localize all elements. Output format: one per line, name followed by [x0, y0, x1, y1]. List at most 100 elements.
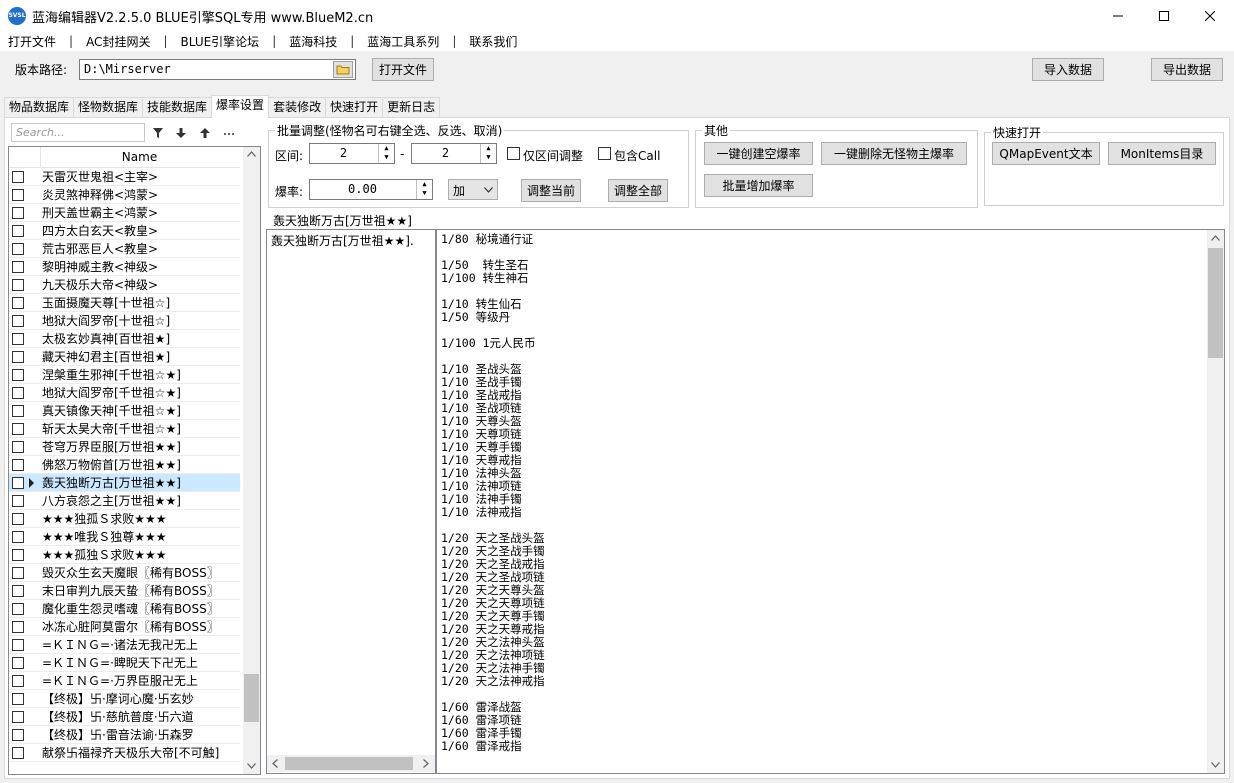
row-checkbox[interactable] — [12, 261, 24, 273]
monster-list-scroll-thumb[interactable] — [285, 757, 413, 770]
spin-up-icon[interactable]: ▲ — [481, 144, 496, 153]
table-row[interactable]: 佛怒万物俯首[万世祖★★] — [9, 456, 240, 474]
close-button[interactable] — [1187, 0, 1233, 31]
table-row[interactable]: 毁灭众生玄天魔眼〖稀有BOSS〗 — [9, 564, 240, 582]
path-input[interactable]: D:\Mirserver — [79, 59, 356, 80]
row-checkbox[interactable] — [12, 171, 24, 183]
tab-set-edit[interactable]: 套装修改 — [268, 97, 327, 117]
column-header-name[interactable]: Name — [40, 147, 238, 168]
monster-list-hscrollbar[interactable] — [267, 755, 435, 772]
table-row[interactable]: 冰冻心脏阿莫雷尔〖稀有BOSS〗 — [9, 618, 240, 636]
table-row[interactable]: 玉面摄魔天尊[十世祖☆] — [9, 294, 240, 312]
menu-open-file[interactable]: 打开文件 — [8, 33, 56, 50]
row-checkbox[interactable] — [12, 459, 24, 471]
table-row[interactable]: 轰天独断万古[万世祖★★] — [9, 474, 240, 492]
row-checkbox[interactable] — [12, 315, 24, 327]
row-checkbox[interactable] — [12, 333, 24, 345]
row-checkbox[interactable] — [12, 207, 24, 219]
qmapevent-button[interactable]: QMapEvent文本 — [992, 142, 1100, 165]
move-down-button[interactable] — [172, 124, 190, 141]
table-row[interactable]: 涅槃重生邪神[千世祖☆★] — [9, 366, 240, 384]
table-row[interactable]: 【终极】卐·摩诃心魔·卐玄妙 — [9, 690, 240, 708]
table-row[interactable]: 四方太白玄天<教皇> — [9, 222, 240, 240]
row-checkbox[interactable] — [12, 495, 24, 507]
row-checkbox[interactable] — [12, 243, 24, 255]
menu-blue-forum[interactable]: BLUE引擎论坛 — [181, 33, 260, 50]
move-up-button[interactable] — [196, 124, 214, 141]
grid-scroll-thumb[interactable] — [244, 674, 259, 722]
table-row[interactable]: 【终极】卐·慈航普度·卐六道 — [9, 708, 240, 726]
table-row[interactable]: 苍穹万界臣服[万世祖★★] — [9, 438, 240, 456]
row-checkbox[interactable] — [12, 603, 24, 615]
table-row[interactable]: ★★★唯我Ｓ独尊★★★ — [9, 528, 240, 546]
import-data-button[interactable]: 导入数据 — [1032, 58, 1104, 81]
table-row[interactable]: 地狱大阎罗帝[十世祖☆] — [9, 312, 240, 330]
row-checkbox[interactable] — [12, 711, 24, 723]
row-checkbox[interactable] — [12, 351, 24, 363]
tab-skill-database[interactable]: 技能数据库 — [142, 97, 213, 117]
table-row[interactable]: 太极玄妙真神[百世祖★] — [9, 330, 240, 348]
table-row[interactable]: 荒古邪恶巨人<教皇> — [9, 240, 240, 258]
monitems-button[interactable]: MonItems目录 — [1108, 142, 1216, 165]
spin-down-icon[interactable]: ▼ — [481, 153, 496, 162]
rate-stepper[interactable]: 0.00 ▲ ▼ — [309, 179, 433, 200]
row-checkbox[interactable] — [12, 477, 24, 489]
row-checkbox[interactable] — [12, 693, 24, 705]
table-row[interactable]: =ＫＩＮＧ=·万界臣服卍无上 — [9, 672, 240, 690]
row-checkbox[interactable] — [12, 675, 24, 687]
create-empty-rate-button[interactable]: 一键创建空爆率 — [704, 142, 813, 165]
tab-changelog[interactable]: 更新日志 — [382, 97, 441, 117]
row-checkbox[interactable] — [12, 531, 24, 543]
table-row[interactable]: 地狱大阎罗帝[千世祖☆★] — [9, 384, 240, 402]
browse-folder-button[interactable] — [333, 61, 353, 78]
row-checkbox[interactable] — [12, 225, 24, 237]
table-row[interactable]: 斩天太昊大帝[千世祖☆★] — [9, 420, 240, 438]
menu-lanhai-tech[interactable]: 蓝海科技 — [289, 33, 337, 50]
only-range-checkbox[interactable] — [507, 147, 520, 160]
row-checkbox[interactable] — [12, 441, 24, 453]
row-checkbox[interactable] — [12, 729, 24, 741]
row-checkbox[interactable] — [12, 297, 24, 309]
table-row[interactable]: ★★★孤独Ｓ求败★★★ — [9, 546, 240, 564]
maximize-button[interactable] — [1141, 0, 1187, 31]
adjust-current-button[interactable]: 调整当前 — [521, 179, 581, 202]
row-checkbox[interactable] — [12, 279, 24, 291]
drop-monster-entry[interactable]: 轰天独断万古[万世祖★★]. — [271, 232, 414, 249]
range-from-stepper[interactable]: 2 ▲ ▼ — [309, 143, 395, 164]
minimize-button[interactable] — [1095, 0, 1141, 31]
table-row[interactable]: 黎明神威主教<神级> — [9, 258, 240, 276]
row-checkbox[interactable] — [12, 585, 24, 597]
table-row[interactable]: =ＫＩＮＧ=·睥睨天下卍无上 — [9, 654, 240, 672]
table-row[interactable]: 八方哀怨之主[万世祖★★] — [9, 492, 240, 510]
table-row[interactable]: 藏天神幻君主[百世祖★] — [9, 348, 240, 366]
tab-item-database[interactable]: 物品数据库 — [4, 97, 75, 117]
row-checkbox[interactable] — [12, 423, 24, 435]
menu-tools-series[interactable]: 蓝海工具系列 — [367, 33, 439, 50]
grid-scrollbar[interactable] — [243, 147, 260, 774]
table-row[interactable]: 末日审判九辰天蛰〖稀有BOSS〗 — [9, 582, 240, 600]
row-checkbox[interactable] — [12, 189, 24, 201]
row-checkbox[interactable] — [12, 621, 24, 633]
table-row[interactable]: 魔化重生怨灵嗜魂〖稀有BOSS〗 — [9, 600, 240, 618]
row-checkbox[interactable] — [12, 747, 24, 759]
spin-down-icon[interactable]: ▼ — [379, 153, 394, 162]
table-row[interactable]: 天雷灭世鬼祖<主宰> — [9, 168, 240, 186]
tab-drop-rate-settings[interactable]: 爆率设置 — [211, 95, 270, 118]
export-data-button[interactable]: 导出数据 — [1151, 58, 1223, 81]
delete-orphan-rate-button[interactable]: 一键删除无怪物主爆率 — [821, 142, 967, 165]
table-row[interactable]: 献祭卐福禄齐天极乐大帝[不可触] — [9, 744, 240, 762]
row-checkbox[interactable] — [12, 657, 24, 669]
include-call-checkbox[interactable] — [598, 147, 611, 160]
search-input[interactable]: Search... — [11, 123, 145, 142]
row-checkbox[interactable] — [12, 567, 24, 579]
drop-list-scroll-thumb[interactable] — [1208, 248, 1223, 358]
row-checkbox[interactable] — [12, 387, 24, 399]
batch-add-rate-button[interactable]: 批量增加爆率 — [704, 174, 813, 197]
open-file-button[interactable]: 打开文件 — [372, 58, 434, 81]
table-row[interactable]: 刑天盖世霸主<鸿蒙> — [9, 204, 240, 222]
spin-up-icon[interactable]: ▲ — [379, 144, 394, 153]
row-checkbox[interactable] — [12, 405, 24, 417]
drop-list-editor[interactable]: 1/80 秘境通行证 1/50 转生圣石 1/100 转生神石 1/10 转生仙石 1/… — [436, 229, 1225, 774]
table-row[interactable]: =ＫＩＮＧ=·诸法无我卍无上 — [9, 636, 240, 654]
row-checkbox[interactable] — [12, 549, 24, 561]
